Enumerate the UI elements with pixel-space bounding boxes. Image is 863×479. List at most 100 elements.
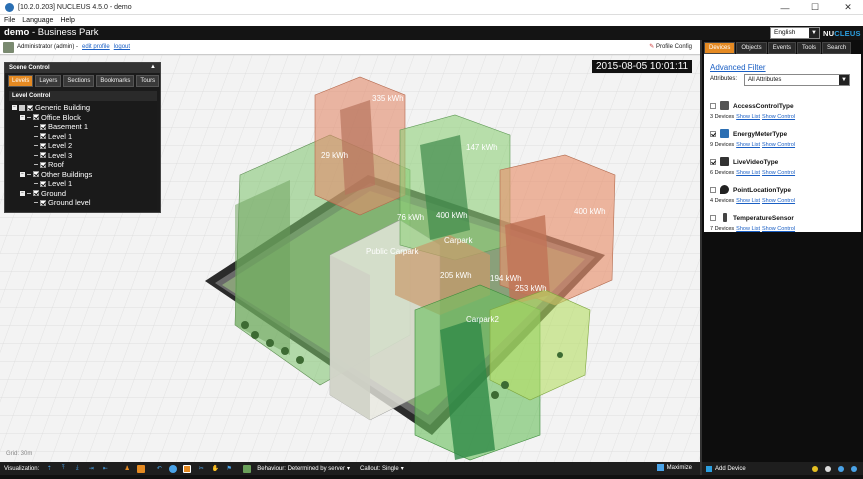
tree-node[interactable]: − Generic Building [9, 103, 157, 113]
tab-sections[interactable]: Sections [63, 75, 95, 87]
refresh-icon[interactable] [851, 465, 857, 472]
callout-label[interactable]: 29 kWh [321, 151, 348, 160]
show-list-link[interactable]: Show List [736, 170, 760, 176]
show-control-link[interactable]: Show Control [762, 142, 795, 148]
show-control-link[interactable]: Show Control [762, 170, 795, 176]
tree-checkbox[interactable] [40, 152, 46, 159]
chevron-up-icon[interactable]: ▲ [150, 64, 156, 70]
behaviour-select[interactable]: Behaviour: Determined by server ▾ [257, 465, 350, 473]
tree-checkbox[interactable] [27, 104, 33, 111]
tab-search[interactable]: Search [822, 42, 852, 54]
show-list-link[interactable]: Show List [736, 226, 760, 232]
menu-help[interactable]: Help [60, 17, 74, 24]
vis-up-icon[interactable]: ⇡ [45, 465, 53, 473]
add-device-button[interactable]: Add Device [715, 466, 746, 472]
vis-top-icon[interactable]: ⤒ [59, 465, 67, 473]
show-control-link[interactable]: Show Control [762, 114, 795, 120]
close-window-button[interactable]: ✕ [833, 0, 863, 15]
tab-objects[interactable]: Objects [736, 42, 767, 54]
callout-label[interactable]: 147 kWh [466, 143, 498, 152]
tree-checkbox[interactable] [40, 199, 46, 206]
attributes-select[interactable]: All Attributes ▼ [744, 74, 850, 86]
callout-label[interactable]: Public Carpark [366, 247, 418, 256]
collapse-icon[interactable]: − [20, 171, 25, 177]
tab-tools[interactable]: Tools [797, 42, 822, 54]
type-checkbox[interactable] [710, 215, 716, 221]
callout-label[interactable]: 335 kWh [372, 94, 404, 103]
grid-icon[interactable] [183, 464, 192, 473]
tree-checkbox[interactable] [33, 190, 39, 197]
callout-label[interactable]: 400 kWh [436, 211, 468, 220]
callout-label[interactable]: 400 kWh [574, 207, 606, 216]
undo-icon[interactable]: ↶ [155, 465, 163, 473]
callout-label[interactable]: Carpark [444, 236, 472, 245]
tree-node[interactable]: Ground level [9, 198, 157, 208]
download-icon[interactable] [838, 465, 844, 472]
tree-node[interactable]: − Ground [9, 189, 157, 199]
vis-bottom-icon[interactable]: ⤓ [73, 465, 81, 473]
tree-checkbox[interactable] [40, 161, 46, 168]
type-checkbox[interactable] [710, 159, 716, 165]
show-list-link[interactable]: Show List [736, 142, 760, 148]
tree-node[interactable]: − Office Block [9, 113, 157, 123]
collapse-icon[interactable]: − [20, 114, 25, 120]
tree-node[interactable]: Level 2 [9, 141, 157, 151]
edit-profile-link[interactable]: edit profile [82, 44, 110, 50]
settings-icon[interactable] [825, 465, 831, 472]
callout-select[interactable]: Callout: Single ▾ [360, 465, 404, 473]
flag-icon[interactable]: ⚑ [225, 465, 233, 473]
tree-checkbox[interactable] [40, 180, 46, 187]
advanced-filter-link[interactable]: Advanced Filter [710, 63, 766, 72]
tree-node[interactable]: Level 1 [9, 179, 157, 189]
lightbulb-icon[interactable] [812, 465, 818, 472]
collapse-icon[interactable]: − [12, 105, 17, 111]
scene-control-header[interactable]: Scene Control ▲ [5, 63, 160, 73]
vis-right-icon[interactable]: ⇥ [87, 465, 95, 473]
tree-node[interactable]: Level 1 [9, 132, 157, 142]
folder-icon[interactable] [137, 464, 146, 473]
callout-label[interactable]: 205 kWh [440, 271, 472, 280]
callout-label[interactable]: 194 kWh [490, 274, 522, 283]
callout-label[interactable]: 253 kWh [515, 284, 547, 293]
type-checkbox[interactable] [710, 103, 716, 109]
tree-node[interactable]: Basement 1 [9, 122, 157, 132]
type-checkbox[interactable] [710, 131, 716, 137]
clip-icon[interactable]: ✂ [197, 465, 205, 473]
profile-config-button[interactable]: ✎ Profile Config [649, 43, 692, 50]
maximize-window-button[interactable]: ☐ [801, 0, 829, 15]
tab-layers[interactable]: Layers [35, 75, 62, 87]
logout-link[interactable]: logout [114, 44, 130, 50]
callout-label[interactable]: Carpark2 [466, 315, 499, 324]
person-icon[interactable]: ♟ [123, 465, 131, 473]
tab-levels[interactable]: Levels [8, 75, 34, 87]
map-icon[interactable] [243, 464, 252, 473]
menu-language[interactable]: Language [22, 17, 53, 24]
device-count: 4 Devices [710, 198, 735, 204]
collapse-icon[interactable]: − [20, 190, 25, 196]
tree-checkbox[interactable] [33, 171, 39, 178]
tree-node[interactable]: − Other Buildings [9, 170, 157, 180]
type-checkbox[interactable] [710, 187, 716, 193]
vis-left-icon[interactable]: ⇤ [101, 465, 109, 473]
tree-node[interactable]: Level 3 [9, 151, 157, 161]
tree-checkbox[interactable] [40, 133, 46, 140]
maximize-button[interactable]: Maximize [656, 464, 692, 471]
globe-icon[interactable] [169, 464, 178, 473]
show-list-link[interactable]: Show List [736, 114, 760, 120]
show-list-link[interactable]: Show List [736, 198, 760, 204]
show-control-link[interactable]: Show Control [762, 226, 795, 232]
tree-checkbox[interactable] [40, 142, 46, 149]
callout-label[interactable]: 76 kWh [397, 213, 424, 222]
tab-events[interactable]: Events [767, 42, 797, 54]
tree-checkbox[interactable] [40, 123, 46, 130]
hand-icon[interactable]: ✋ [211, 465, 219, 473]
tab-bookmarks[interactable]: Bookmarks [96, 75, 135, 87]
tree-checkbox[interactable] [33, 114, 39, 121]
tab-devices[interactable]: Devices [704, 42, 736, 54]
show-control-link[interactable]: Show Control [762, 198, 795, 204]
language-select[interactable]: English ▼ [770, 27, 820, 39]
tree-node[interactable]: Roof [9, 160, 157, 170]
menu-file[interactable]: File [4, 17, 15, 24]
minimize-button[interactable]: — [771, 0, 799, 15]
tab-tours[interactable]: Tours [136, 75, 160, 87]
